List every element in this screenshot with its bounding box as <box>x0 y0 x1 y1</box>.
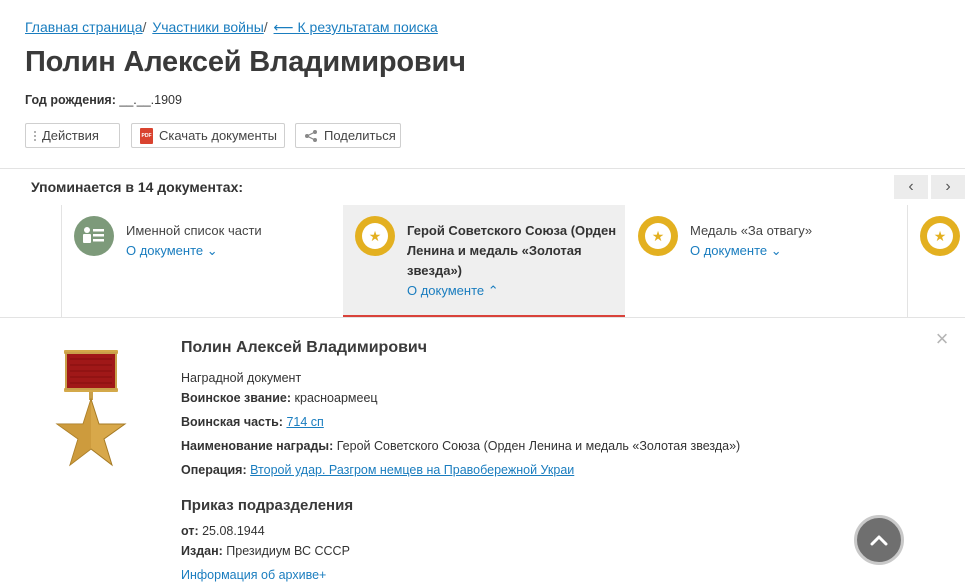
star-medal-icon: ★ <box>920 216 960 256</box>
share-button[interactable]: Поделиться <box>295 123 401 148</box>
award-name: Наименование награды: Герой Советского С… <box>181 439 740 453</box>
military-rank-value: красноармеец <box>294 391 378 405</box>
page-title: Полин Алексей Владимирович <box>25 46 466 78</box>
military-rank-label: Воинское звание: <box>181 391 292 405</box>
military-unit-label: Воинская часть: <box>181 415 283 429</box>
carousel-next-button[interactable]: › <box>931 175 965 199</box>
document-card-title: Именной список части <box>126 223 262 238</box>
document-card[interactable]: Именной список части О документе ⌄ <box>62 205 342 317</box>
vertical-dots-icon <box>34 130 36 141</box>
share-icon <box>304 129 318 143</box>
award-name-label: Наименование награды: <box>181 439 334 453</box>
about-document-link[interactable]: О документе ⌄ <box>126 243 218 259</box>
breadcrumb-home-link[interactable]: Главная страница <box>25 19 143 35</box>
carousel-prev-button[interactable]: ‹ <box>894 175 928 199</box>
about-document-link[interactable]: О документе ⌄ <box>690 243 782 259</box>
military-unit: Воинская часть: 714 сп <box>181 415 324 429</box>
document-type: Наградной документ <box>181 371 302 385</box>
breadcrumb: Главная страница/ Участники войны/ ⟵ К р… <box>25 19 438 36</box>
archive-info-link[interactable]: Информация об архиве+ <box>181 568 326 582</box>
mentions-count-label: Упоминается в 14 документах: <box>31 179 244 195</box>
divider <box>0 317 965 318</box>
actions-button-label: Действия <box>42 128 99 143</box>
birth-year-label: Год рождения: <box>25 93 116 107</box>
star-medal-icon: ★ <box>638 216 678 256</box>
order-issuer-value: Президиум ВС СССР <box>226 544 350 558</box>
share-button-label: Поделиться <box>324 128 396 143</box>
scroll-to-top-button[interactable] <box>854 515 904 565</box>
order-date-value: 25.08.1944 <box>202 524 265 538</box>
operation-link[interactable]: Второй удар. Разгром немцев на Правобере… <box>250 463 574 477</box>
documents-carousel: Именной список части О документе ⌄ ★ Гер… <box>0 205 965 317</box>
operation-label: Операция: <box>181 463 247 477</box>
back-to-results-link[interactable]: ⟵ К результатам поиска <box>274 19 438 35</box>
close-icon[interactable]: × <box>933 328 951 350</box>
actions-button[interactable]: Действия <box>25 123 120 148</box>
breadcrumb-separator: / <box>263 19 268 35</box>
document-card-title: Герой Советского Союза (Орден Ленина и м… <box>407 223 617 278</box>
breadcrumb-separator: / <box>142 19 147 35</box>
document-card-partial[interactable]: ★ <box>908 205 965 317</box>
order-section-title: Приказ подразделения <box>181 497 354 514</box>
document-card-title: Медаль «За отвагу» <box>690 223 813 238</box>
order-issuer-label: Издан: <box>181 544 223 558</box>
order-issuer: Издан: Президиум ВС СССР <box>181 544 350 558</box>
document-card[interactable]: ★ Медаль «За отвагу» О документе ⌄ <box>626 205 906 317</box>
breadcrumb-section-link[interactable]: Участники войны <box>152 19 263 35</box>
military-rank: Воинское звание: красноармеец <box>181 391 378 405</box>
order-date-label: от: <box>181 524 199 538</box>
gold-star-medal-icon <box>54 347 128 471</box>
birth-year-value: __.__.1909 <box>119 93 182 107</box>
download-documents-label: Скачать документы <box>159 128 278 143</box>
divider <box>0 168 965 169</box>
order-date: от: 25.08.1944 <box>181 524 265 538</box>
award-name-value: Герой Советского Союза (Орден Ленина и м… <box>336 439 741 453</box>
military-unit-link[interactable]: 714 сп <box>286 415 323 429</box>
about-document-link[interactable]: О документе ⌃ <box>407 283 499 299</box>
chevron-up-icon <box>870 535 888 546</box>
detail-person-name: Полин Алексей Владимирович <box>181 339 428 356</box>
chevron-left-icon: ‹ <box>908 178 914 195</box>
star-medal-icon: ★ <box>355 216 395 256</box>
birth-year: Год рождения: __.__.1909 <box>25 93 182 107</box>
person-list-icon <box>74 216 114 256</box>
chevron-right-icon: › <box>945 178 951 195</box>
document-card-active[interactable]: ★ Герой Советского Союза (Орден Ленина и… <box>343 205 625 317</box>
download-documents-button[interactable]: PDF Скачать документы <box>131 123 285 148</box>
operation: Операция: Второй удар. Разгром немцев на… <box>181 463 574 477</box>
pdf-icon: PDF <box>140 127 153 144</box>
